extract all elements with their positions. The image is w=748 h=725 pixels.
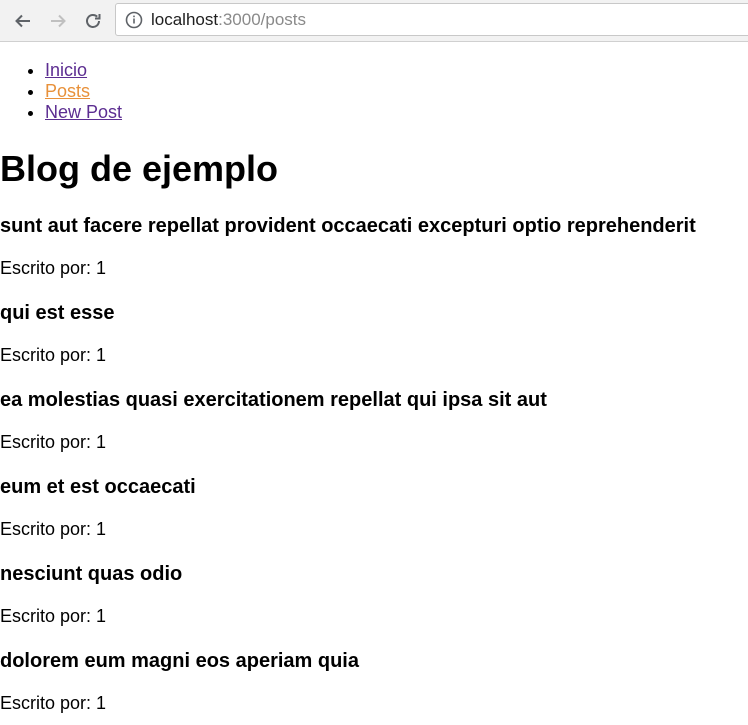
back-arrow-icon xyxy=(15,14,30,28)
post-item: dolorem eum magni eos aperiam quia Escri… xyxy=(0,649,748,714)
post-author: Escrito por: 1 xyxy=(0,258,107,278)
nav-item-posts: Posts xyxy=(45,81,748,102)
post-title: ea molestias quasi exercitationem repell… xyxy=(0,389,547,411)
post-list: sunt aut facere repellat provident occae… xyxy=(0,214,748,714)
reload-icon xyxy=(86,14,101,28)
page-content: Inicio Posts New Post Blog de ejemplo su… xyxy=(0,60,748,714)
post-item: ea molestias quasi exercitationem repell… xyxy=(0,388,748,453)
reload-button[interactable] xyxy=(78,6,108,36)
post-author: Escrito por: 1 xyxy=(0,606,107,626)
browser-toolbar: localhost:3000/posts xyxy=(0,0,748,42)
post-author: Escrito por: 1 xyxy=(0,693,107,713)
nav-link-posts[interactable]: Posts xyxy=(45,81,90,101)
forward-button[interactable] xyxy=(43,6,73,36)
post-author: Escrito por: 1 xyxy=(0,432,107,452)
post-item: nesciunt quas odio Escrito por: 1 xyxy=(0,562,748,627)
back-button[interactable] xyxy=(8,6,38,36)
page-title: Blog de ejemplo xyxy=(0,148,279,189)
nav-link-new-post[interactable]: New Post xyxy=(45,102,122,122)
info-icon[interactable] xyxy=(125,11,143,29)
nav-menu: Inicio Posts New Post xyxy=(0,60,748,123)
post-title: eum et est occaecati xyxy=(0,476,196,498)
post-title: qui est esse xyxy=(0,302,115,324)
nav-link-inicio[interactable]: Inicio xyxy=(45,60,87,80)
post-item: sunt aut facere repellat provident occae… xyxy=(0,214,748,279)
post-author: Escrito por: 1 xyxy=(0,345,107,365)
post-title: dolorem eum magni eos aperiam quia xyxy=(0,650,359,672)
url-path: :3000/posts xyxy=(218,9,307,29)
post-author: Escrito por: 1 xyxy=(0,519,107,539)
forward-arrow-icon xyxy=(51,14,66,28)
address-bar[interactable]: localhost:3000/posts xyxy=(115,3,748,36)
nav-item-new-post: New Post xyxy=(45,102,748,123)
post-title: sunt aut facere repellat provident occae… xyxy=(0,215,696,237)
url-host: localhost xyxy=(151,9,219,29)
post-title: nesciunt quas odio xyxy=(0,563,183,585)
post-item: eum et est occaecati Escrito por: 1 xyxy=(0,475,748,540)
address-url[interactable]: localhost:3000/posts xyxy=(151,10,306,30)
post-item: qui est esse Escrito por: 1 xyxy=(0,301,748,366)
nav-item-inicio: Inicio xyxy=(45,60,748,81)
